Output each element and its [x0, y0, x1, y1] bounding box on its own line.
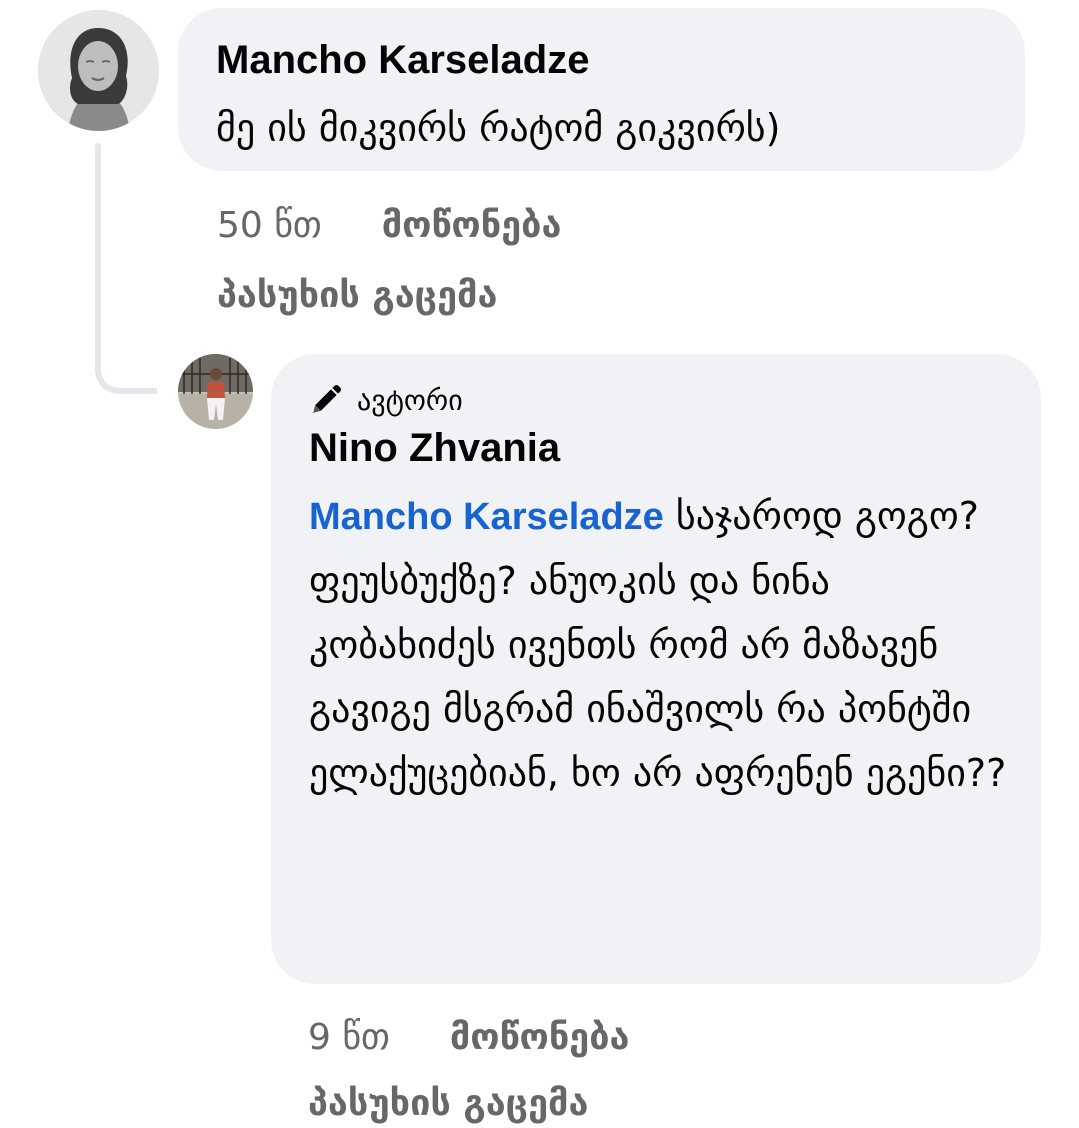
- thread-line: [95, 143, 101, 365]
- avatar-photo: [38, 10, 159, 131]
- mention-link[interactable]: Mancho Karseladze: [309, 496, 664, 538]
- comment-text: მე ის მიკვირს რატომ გიკვირს): [216, 106, 781, 150]
- comment-author[interactable]: Mancho Karseladze: [216, 36, 987, 84]
- author-badge: ავტორი: [309, 380, 1003, 420]
- comment-reply-row: პასუხის გაცემა: [308, 1078, 588, 1128]
- comment-text: Mancho Karseladze საჯაროდ გოგო? ფეუსბუქზ…: [309, 484, 1009, 805]
- reply-button[interactable]: პასუხის გაცემა: [308, 1083, 588, 1124]
- comment-time[interactable]: 9 წთ: [308, 1017, 390, 1058]
- avatar[interactable]: [38, 10, 159, 131]
- comment-author[interactable]: Nino Zhvania: [309, 424, 1003, 472]
- like-button[interactable]: მოწონება: [450, 1017, 630, 1058]
- reply-button[interactable]: პასუხის გაცემა: [217, 275, 497, 316]
- comment-meta: 9 წთ მოწონება: [308, 1012, 629, 1062]
- comment-reply-row: პასუხის გაცემა: [217, 270, 497, 320]
- comment-body: საჯაროდ გოგო? ფეუსბუქზე? ანუოკის და ნინა…: [309, 494, 1007, 795]
- thread-line-connector: [95, 340, 157, 394]
- avatar[interactable]: [178, 354, 253, 429]
- author-badge-label: ავტორი: [357, 383, 463, 417]
- comment-time[interactable]: 50 წთ: [217, 205, 322, 246]
- comment-bubble[interactable]: ავტორი Nino Zhvania Mancho Karseladze სა…: [271, 354, 1041, 984]
- avatar-photo: [178, 354, 253, 429]
- comment-bubble[interactable]: Mancho Karseladze მე ის მიკვირს რატომ გი…: [178, 8, 1025, 171]
- like-button[interactable]: მოწონება: [382, 205, 562, 246]
- pencil-icon: [313, 384, 342, 413]
- comment-meta: 50 წთ მოწონება: [217, 200, 561, 250]
